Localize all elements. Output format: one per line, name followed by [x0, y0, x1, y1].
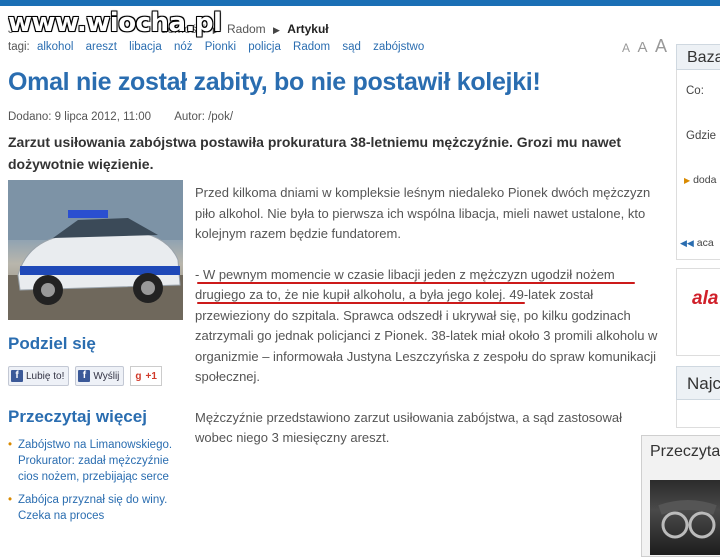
article-body: Przed kilkoma dniami w kompleksie leśnym… [195, 183, 660, 469]
read-more-link[interactable]: Zabójstwo na Limanowskiego. Prokurator: … [8, 437, 188, 485]
tag-link[interactable]: areszt [86, 41, 117, 53]
tag-link[interactable]: Radom [293, 41, 330, 53]
tags-label: tagi: [8, 41, 30, 53]
tag-link[interactable]: alkohol [37, 41, 73, 53]
handcuffs-image[interactable] [650, 480, 720, 555]
article-date: Dodano: 9 lipca 2012, 11:00 [8, 111, 152, 123]
sidebar-gdzie-label: Gdzie [686, 130, 717, 142]
share-heading: Podziel się [8, 334, 96, 353]
social-buttons: f Lubię to! f Wyślij g +1 [8, 366, 162, 386]
breadcrumb-current: Artykuł [287, 22, 329, 36]
facebook-like-button[interactable]: f Lubię to! [8, 366, 70, 386]
chevron-right-icon: ▶ [273, 25, 280, 35]
sidebar-ad-box [676, 268, 720, 356]
popup-title: Przeczyta [650, 443, 720, 460]
article-lead: Zarzut usiłowania zabójstwa postawiła pr… [8, 134, 622, 172]
google-plus-icon: g [135, 370, 142, 382]
facebook-icon: f [78, 370, 91, 382]
font-medium-button[interactable]: A [637, 39, 647, 56]
article-author: Autor: /pok/ [174, 111, 234, 123]
facebook-icon: f [11, 370, 23, 382]
tag-list: tagi: alkohol areszt libacja nóż Pionki … [8, 41, 433, 53]
read-more-heading: Przeczytaj więcej [8, 407, 147, 426]
police-car-image [8, 180, 183, 320]
tag-link[interactable]: nóż [174, 41, 193, 53]
tag-link[interactable]: sąd [342, 41, 361, 53]
google-plus-button[interactable]: g +1 [130, 366, 162, 386]
send-label: Wyślij [93, 370, 120, 382]
article-meta: Dodano: 9 lipca 2012, 11:00 Autor: /pok/ [8, 111, 233, 123]
like-label: Lubię to! [26, 370, 65, 382]
tag-link[interactable]: Pionki [205, 41, 236, 53]
font-large-button[interactable]: A [655, 36, 667, 56]
watermark-logo: www.wiocha.pl [8, 8, 222, 38]
highlight-underline [197, 282, 635, 284]
top-bar [0, 0, 720, 6]
tag-link[interactable]: libacja [129, 41, 162, 53]
sidebar-popular-title: Najc [676, 366, 720, 400]
sidebar-box-search [676, 44, 720, 260]
article-title: Omal nie został zabity, bo nie postawił … [8, 68, 541, 96]
handcuffs-photo [658, 500, 717, 539]
highlight-underline [197, 302, 525, 304]
tag-link[interactable]: policja [248, 41, 281, 53]
caret-right-icon: ▶ [684, 176, 691, 185]
double-chevron-left-icon: ◀◀ [680, 238, 694, 248]
sidebar-back-link[interactable]: ◀◀ aca [680, 237, 714, 249]
tag-link[interactable]: zabójstwo [373, 41, 424, 53]
facebook-send-button[interactable]: f Wyślij [75, 366, 125, 386]
breadcrumb-city[interactable]: Radom [227, 22, 266, 36]
sidebar-box-title: Baza [676, 44, 720, 70]
read-more-link[interactable]: Zabójca przyznał się do winy. Czeka na p… [8, 492, 188, 524]
gplus-label: +1 [145, 370, 157, 382]
article-paragraph: Mężczyźnie przedstawiono zarzut usiłowan… [195, 409, 623, 446]
sidebar-ad-logo[interactable]: ala [692, 288, 718, 310]
article-photo [8, 180, 183, 320]
read-more-list: Zabójstwo na Limanowskiego. Prokurator: … [8, 437, 188, 531]
sidebar-co-label: Co: [686, 85, 704, 97]
font-size-controls: A A A [622, 36, 670, 57]
article-paragraph: Przed kilkoma dniami w kompleksie leśnym… [195, 185, 651, 241]
font-small-button[interactable]: A [622, 41, 630, 55]
sidebar-add-link[interactable]: ▶ doda [684, 174, 716, 186]
